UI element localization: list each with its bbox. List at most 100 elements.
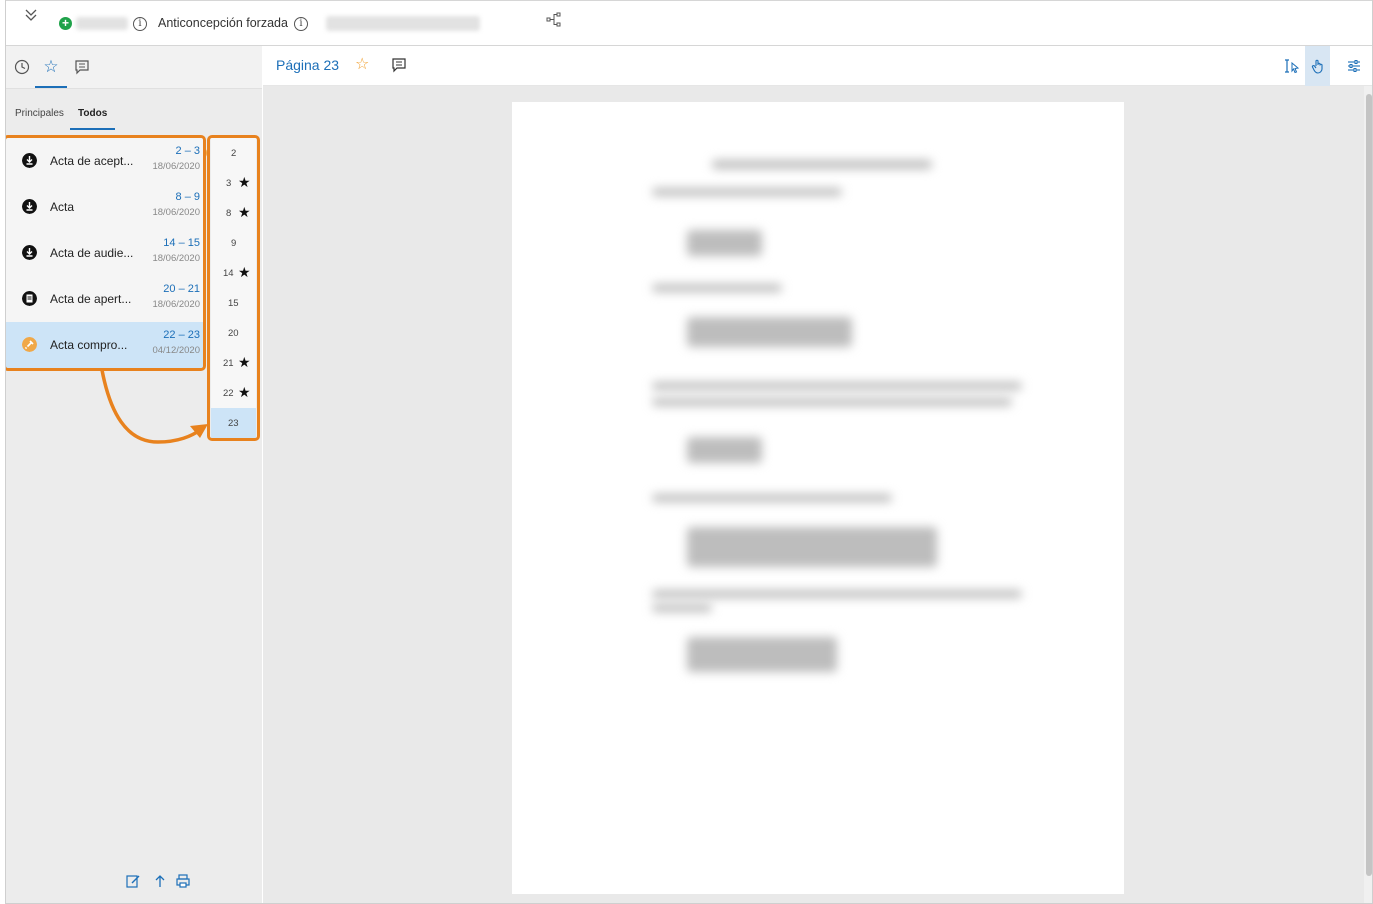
pin-icon	[22, 337, 37, 352]
bookmark-date: 18/06/2020	[152, 207, 200, 218]
collapse-chevron-icon[interactable]	[23, 7, 39, 23]
download-icon	[22, 153, 37, 168]
text-select-tool[interactable]	[1279, 46, 1304, 86]
page-number: 3	[226, 178, 232, 189]
title-info-icon[interactable]: i	[294, 17, 308, 31]
subtab-todos[interactable]: Todos	[69, 108, 116, 130]
bookmark-date: 18/06/2020	[152, 253, 200, 264]
blurred-text	[652, 188, 842, 196]
page-item[interactable]: 9	[211, 228, 256, 258]
blurred-text	[712, 160, 932, 169]
list-item[interactable]: Acta de acept... 2 – 3 18/06/2020	[6, 138, 203, 184]
blurred-text	[652, 494, 892, 502]
pan-tool[interactable]	[1305, 46, 1330, 86]
hand-icon	[1311, 59, 1323, 74]
page-item[interactable]: 14 ★	[211, 258, 256, 288]
download-icon	[22, 199, 37, 214]
page-item[interactable]: 21 ★	[211, 348, 256, 378]
star-filled-icon: ★	[238, 384, 251, 400]
comment-icon	[75, 60, 89, 75]
text-cursor-icon	[1284, 59, 1299, 74]
bookmark-name: Acta	[50, 200, 75, 214]
blurred-text	[687, 317, 852, 347]
blurred-text	[652, 382, 1022, 390]
tab-comments[interactable]	[71, 56, 93, 78]
star-filled-icon: ★	[238, 264, 251, 280]
print-icon[interactable]	[175, 873, 191, 889]
current-page-label: Página 23	[276, 57, 340, 73]
page-item[interactable]: 22 ★	[211, 378, 256, 408]
bookmark-range: 14 – 15	[163, 237, 200, 249]
page-number: 15	[228, 298, 239, 309]
page-number: 2	[231, 148, 237, 159]
sliders-icon	[1347, 60, 1360, 72]
bookmark-name: Acta de acept...	[50, 154, 134, 168]
page-number: 14	[223, 268, 234, 279]
edit-icon[interactable]	[125, 873, 141, 889]
page-item[interactable]: 2	[211, 138, 256, 168]
page-number: 9	[231, 238, 237, 249]
page-number: 22	[223, 388, 234, 399]
bookmark-date: 04/12/2020	[152, 345, 200, 356]
blurred-text	[687, 527, 937, 567]
list-item-selected[interactable]: Acta compro... 22 – 23 04/12/2020	[6, 322, 203, 368]
document-icon	[22, 291, 37, 306]
page-item[interactable]: 20	[211, 318, 256, 348]
page-number: 23	[228, 418, 239, 429]
settings-tool[interactable]	[1341, 46, 1366, 86]
star-outline-icon: ☆	[43, 57, 59, 76]
blurred-text	[652, 604, 712, 612]
page-item[interactable]: 8 ★	[211, 198, 256, 228]
arrow-annotation	[100, 368, 208, 444]
left-panel: ☆ Principales Todos + −	[6, 46, 262, 903]
bookmark-name: Acta de audie...	[50, 246, 134, 260]
redacted-field	[326, 16, 480, 31]
bookmark-name: Acta de apert...	[50, 292, 132, 306]
list-item[interactable]: Acta 8 – 9 18/06/2020	[6, 184, 203, 230]
star-filled-icon: ★	[238, 354, 251, 370]
page-item-selected[interactable]: 23	[211, 408, 256, 438]
top-bar: + i Anticoncepción forzada i	[6, 0, 1372, 46]
bookmark-range: 22 – 23	[163, 329, 200, 341]
blurred-text	[687, 230, 762, 256]
bookmark-date: 18/06/2020	[152, 161, 200, 172]
hierarchy-icon[interactable]	[546, 12, 562, 28]
bookmark-range: 2 – 3	[175, 145, 200, 157]
blurred-text	[687, 437, 762, 463]
bookmark-date: 18/06/2020	[152, 299, 200, 310]
favorite-page-icon[interactable]: ☆	[355, 54, 369, 74]
page-number: 8	[226, 208, 232, 219]
clock-icon	[14, 59, 30, 75]
blurred-text	[652, 398, 1012, 406]
page-number: 20	[228, 328, 239, 339]
tab-favorites[interactable]: ☆	[35, 56, 67, 88]
panel-tabs: ☆	[6, 46, 262, 89]
document-viewer[interactable]	[263, 86, 1372, 903]
subtabs: Principales Todos + − •••	[6, 89, 262, 160]
scrollbar-thumb[interactable]	[1366, 94, 1372, 876]
bookmark-list: Acta de acept... 2 – 3 18/06/2020 Acta 8…	[6, 138, 203, 368]
download-icon	[22, 245, 37, 260]
star-filled-icon: ★	[238, 174, 251, 190]
document-title: Anticoncepción forzada	[158, 16, 288, 30]
viewer-header: Página 23 ☆	[263, 46, 1372, 86]
info-icon[interactable]: i	[133, 17, 147, 31]
app-window: + i Anticoncepción forzada i ☆ Principal…	[5, 0, 1373, 904]
page-list: 2 3 ★ 8 ★ 9 14 ★ 15 20 21 ★ 22 ★ 23	[211, 138, 256, 438]
upload-icon[interactable]	[152, 873, 168, 889]
star-filled-icon: ★	[238, 204, 251, 220]
scrollbar[interactable]	[1364, 86, 1372, 903]
blurred-text	[652, 284, 782, 292]
page-item[interactable]: 3 ★	[211, 168, 256, 198]
tab-history[interactable]	[11, 56, 33, 78]
bookmark-range: 20 – 21	[163, 283, 200, 295]
document-page	[512, 102, 1124, 894]
redacted-label	[76, 17, 128, 30]
subtab-principales[interactable]: Principales	[15, 108, 64, 119]
page-item[interactable]: 15	[211, 288, 256, 318]
list-item[interactable]: Acta de apert... 20 – 21 18/06/2020	[6, 276, 203, 322]
list-item[interactable]: Acta de audie... 14 – 15 18/06/2020	[6, 230, 203, 276]
blurred-text	[687, 637, 837, 672]
add-comment-icon[interactable]	[391, 57, 407, 73]
blurred-text	[652, 590, 1022, 598]
